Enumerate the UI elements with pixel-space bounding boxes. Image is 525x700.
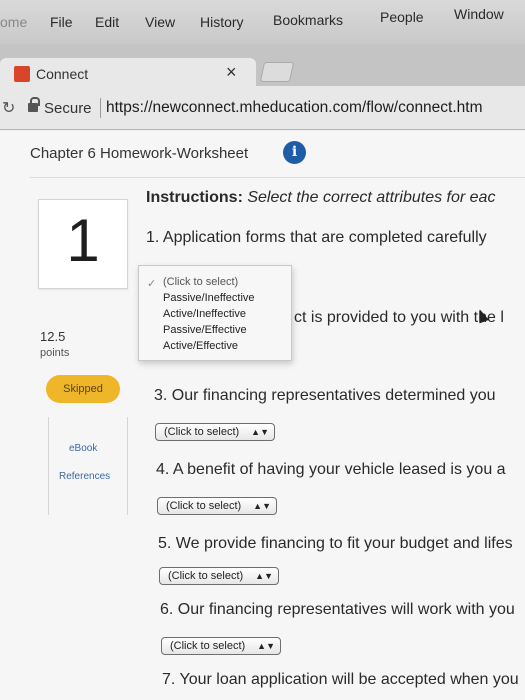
question-6: 6. Our financing representatives will wo… <box>160 601 515 618</box>
question-2-partial: ct is provided to you with the l <box>294 309 504 326</box>
chapter-title: Chapter 6 Homework-Worksheet <box>30 145 249 162</box>
question-1: 1. Application forms that are completed … <box>146 229 487 246</box>
question-3: 3. Our financing representatives determi… <box>154 387 496 404</box>
status-badge: Skipped <box>46 375 120 403</box>
instructions-text: Select the correct attributes for eac <box>242 189 496 206</box>
menu-app[interactable]: ome <box>0 14 27 30</box>
select-question-3[interactable]: (Click to select) ▲▼ <box>155 423 275 441</box>
url-field[interactable]: https://newconnect.mheducation.com/flow/… <box>106 99 483 117</box>
menu-edit[interactable]: Edit <box>95 14 119 30</box>
tab-strip: Connect × <box>0 44 525 86</box>
select-arrows-icon: ▲▼ <box>251 427 269 437</box>
select-question-4[interactable]: (Click to select) ▲▼ <box>157 497 277 515</box>
address-bar: ↻ Secure https://newconnect.mheducation.… <box>0 86 525 130</box>
reload-icon[interactable]: ↻ <box>2 98 15 118</box>
address-separator <box>100 98 101 118</box>
question-number: 1 <box>66 207 100 274</box>
menu-window[interactable]: Window <box>454 6 504 22</box>
menu-file[interactable]: File <box>50 14 73 30</box>
side-links: eBook References <box>48 417 128 515</box>
question-4: 4. A benefit of having your vehicle leas… <box>156 461 506 478</box>
info-icon[interactable]: i <box>283 141 306 164</box>
question-5: 5. We provide financing to fit your budg… <box>158 535 513 552</box>
references-link[interactable]: References <box>59 471 110 482</box>
tab-close-icon[interactable]: × <box>226 62 237 83</box>
points-value: 12.5 <box>40 329 66 344</box>
new-tab-button[interactable] <box>259 62 295 82</box>
dropdown-option[interactable]: Active/Effective <box>163 340 238 352</box>
select-label: (Click to select) <box>168 570 244 582</box>
lock-icon <box>28 97 40 112</box>
select-label: (Click to select) <box>164 426 240 438</box>
select-label: (Click to select) <box>166 500 242 512</box>
header-divider <box>30 177 525 178</box>
question-number-box: 1 <box>38 199 128 289</box>
instructions: Instructions: Select the correct attribu… <box>146 189 495 207</box>
select-arrows-icon: ▲▼ <box>257 641 275 651</box>
menu-people[interactable]: People <box>380 9 424 25</box>
select-question-6[interactable]: (Click to select) ▲▼ <box>161 637 281 655</box>
select-question-5[interactable]: (Click to select) ▲▼ <box>159 567 279 585</box>
page-content: Chapter 6 Homework-Worksheet i 1 12.5 po… <box>0 131 525 700</box>
select-arrows-icon: ▲▼ <box>253 501 271 511</box>
question-7: 7. Your loan application will be accepte… <box>162 671 519 688</box>
ebook-link[interactable]: eBook <box>69 443 97 454</box>
dropdown-option[interactable]: Active/Ineffective <box>163 308 246 320</box>
menu-view[interactable]: View <box>145 14 175 30</box>
select-arrows-icon: ▲▼ <box>255 571 273 581</box>
dropdown-option[interactable]: Passive/Ineffective <box>163 292 255 304</box>
instructions-label: Instructions: <box>146 189 243 206</box>
secure-label[interactable]: Secure <box>44 100 92 117</box>
select-label: (Click to select) <box>170 640 246 652</box>
menu-bar: ome File Edit View History Bookmarks Peo… <box>0 0 525 44</box>
dropdown-option[interactable]: Passive/Effective <box>163 324 247 336</box>
dropdown-option[interactable]: (Click to select) <box>163 276 238 288</box>
menu-bookmarks[interactable]: Bookmarks <box>273 12 343 28</box>
dropdown-menu-question-2: ✓ (Click to select) Passive/Ineffective … <box>138 265 292 361</box>
checkmark-icon: ✓ <box>147 278 157 290</box>
tab-title: Connect <box>36 66 89 82</box>
menu-history[interactable]: History <box>200 14 244 30</box>
connect-favicon-icon <box>14 66 30 82</box>
browser-tab[interactable]: Connect × <box>0 58 256 86</box>
points-label: points <box>40 347 70 359</box>
